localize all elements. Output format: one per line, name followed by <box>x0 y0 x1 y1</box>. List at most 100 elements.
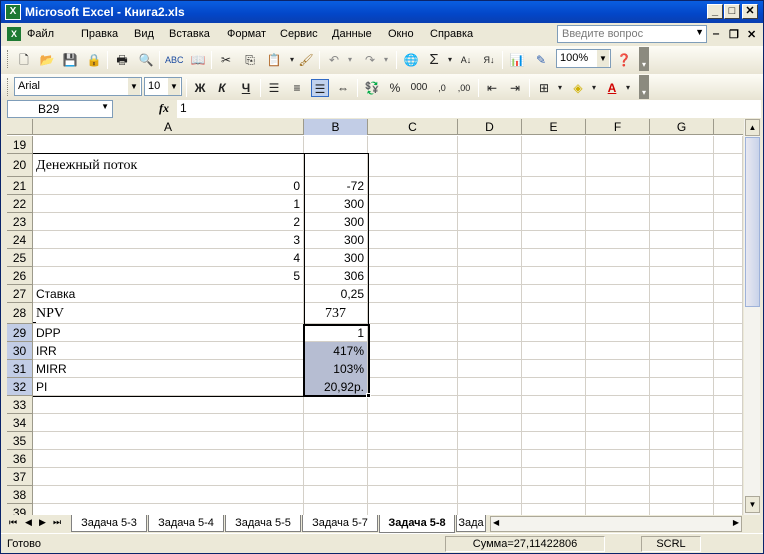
cell-f38[interactable] <box>586 486 650 504</box>
cell-h30[interactable] <box>714 342 743 360</box>
prev-sheet-icon[interactable]: ◀ <box>25 517 32 528</box>
minimize-button[interactable]: _ <box>707 4 723 19</box>
cell-a24[interactable]: 3 <box>33 231 304 249</box>
cell-f35[interactable] <box>586 432 650 450</box>
italic-button[interactable]: К <box>213 79 231 97</box>
row-header[interactable]: 20 <box>7 154 33 177</box>
cell-h32[interactable] <box>714 378 743 396</box>
print-preview-icon[interactable]: 🔍 <box>137 51 155 69</box>
cell-c28[interactable] <box>368 303 458 324</box>
font-size-dropdown-icon[interactable]: ▼ <box>168 78 180 95</box>
cell-a32[interactable]: PI <box>33 378 304 396</box>
scroll-thumb[interactable] <box>745 137 760 307</box>
cell-g31[interactable] <box>650 360 714 378</box>
close-button[interactable]: ✕ <box>742 4 758 19</box>
row-header[interactable]: 36 <box>7 450 33 468</box>
sheet-tab-5-5[interactable]: Задача 5-5 <box>225 515 301 532</box>
cell-c22[interactable] <box>368 195 458 213</box>
row-header[interactable]: 24 <box>7 231 33 249</box>
cell-h37[interactable] <box>714 468 743 486</box>
cell-d32[interactable] <box>458 378 522 396</box>
underline-button[interactable]: Ч <box>237 79 255 97</box>
cell-a37[interactable] <box>33 468 304 486</box>
cell-d39[interactable] <box>458 504 522 515</box>
cell-g25[interactable] <box>650 249 714 267</box>
row-header[interactable]: 33 <box>7 396 33 414</box>
cell-a21[interactable]: 0 <box>33 177 304 195</box>
hyperlink-icon[interactable]: 🌐 <box>402 51 420 69</box>
font-color-dropdown-icon[interactable]: ▾ <box>619 79 637 97</box>
cell-d25[interactable] <box>458 249 522 267</box>
sheet-tab-5-3[interactable]: Задача 5-3 <box>71 515 147 532</box>
cell-c29[interactable] <box>368 324 458 342</box>
chart-wizard-icon[interactable]: 📊 <box>508 51 526 69</box>
column-header-d[interactable]: D <box>458 119 522 135</box>
cell-a28[interactable]: NPV <box>33 303 304 324</box>
format-painter-icon[interactable]: 🖌 <box>297 51 315 69</box>
scroll-right-icon[interactable]: ▶ <box>733 518 739 527</box>
menu-window[interactable]: Окно <box>388 28 414 40</box>
cell-c21[interactable] <box>368 177 458 195</box>
cell-f31[interactable] <box>586 360 650 378</box>
cell-e31[interactable] <box>522 360 586 378</box>
fill-handle[interactable] <box>366 393 371 398</box>
cell-b25[interactable]: 300 <box>304 249 368 267</box>
cell-a39[interactable] <box>33 504 304 515</box>
cell-h19[interactable] <box>714 136 743 154</box>
cell-b28[interactable]: 737 <box>304 303 368 324</box>
thousands-button[interactable]: 000 <box>408 79 430 97</box>
scroll-down-icon[interactable]: ▼ <box>745 496 760 513</box>
column-header-e[interactable]: E <box>522 119 586 135</box>
undo-dropdown-icon[interactable]: ▾ <box>341 51 359 69</box>
row-header[interactable]: 21 <box>7 177 33 195</box>
cell-d28[interactable] <box>458 303 522 324</box>
cell-e20[interactable] <box>522 154 586 177</box>
menu-format[interactable]: Формат <box>227 28 266 40</box>
menu-help[interactable]: Справка <box>430 28 473 40</box>
print-icon[interactable]: 🖶 <box>113 51 131 69</box>
cell-f28[interactable] <box>586 303 650 324</box>
cell-e34[interactable] <box>522 414 586 432</box>
permission-icon[interactable]: 🔒 <box>85 51 103 69</box>
cell-g29[interactable] <box>650 324 714 342</box>
sort-ascending-icon[interactable]: A↓ <box>457 51 475 69</box>
row-header[interactable]: 35 <box>7 432 33 450</box>
cell-c24[interactable] <box>368 231 458 249</box>
cell-f23[interactable] <box>586 213 650 231</box>
cell-b29[interactable]: 1 <box>304 324 368 342</box>
cell-g22[interactable] <box>650 195 714 213</box>
cell-c27[interactable] <box>368 285 458 303</box>
doc-minimize-button[interactable]: ‒ <box>713 28 719 40</box>
cell-a26[interactable]: 5 <box>33 267 304 285</box>
cell-d36[interactable] <box>458 450 522 468</box>
currency-icon[interactable]: 💱 <box>363 79 381 97</box>
cell-g27[interactable] <box>650 285 714 303</box>
cell-g36[interactable] <box>650 450 714 468</box>
cell-h33[interactable] <box>714 396 743 414</box>
borders-dropdown-icon[interactable]: ▾ <box>551 79 569 97</box>
cell-b38[interactable] <box>304 486 368 504</box>
cell-e38[interactable] <box>522 486 586 504</box>
cell-c31[interactable] <box>368 360 458 378</box>
cell-d30[interactable] <box>458 342 522 360</box>
drawing-icon[interactable]: ✎ <box>532 51 550 69</box>
formula-input[interactable]: 1 <box>177 100 761 118</box>
cell-e36[interactable] <box>522 450 586 468</box>
cell-a31[interactable]: MIRR <box>33 360 304 378</box>
cell-c34[interactable] <box>368 414 458 432</box>
select-all-corner[interactable] <box>7 119 33 135</box>
help-dropdown-icon[interactable]: ▼ <box>695 27 704 37</box>
cell-h38[interactable] <box>714 486 743 504</box>
cell-f22[interactable] <box>586 195 650 213</box>
cell-a38[interactable] <box>33 486 304 504</box>
row-header[interactable]: 26 <box>7 267 33 285</box>
cell-c30[interactable] <box>368 342 458 360</box>
cell-h26[interactable] <box>714 267 743 285</box>
cell-c25[interactable] <box>368 249 458 267</box>
cell-a19[interactable] <box>33 136 304 154</box>
cell-g28[interactable] <box>650 303 714 324</box>
cell-f30[interactable] <box>586 342 650 360</box>
cell-b33[interactable] <box>304 396 368 414</box>
name-box-dropdown-icon[interactable]: ▼ <box>101 102 109 111</box>
cell-f24[interactable] <box>586 231 650 249</box>
